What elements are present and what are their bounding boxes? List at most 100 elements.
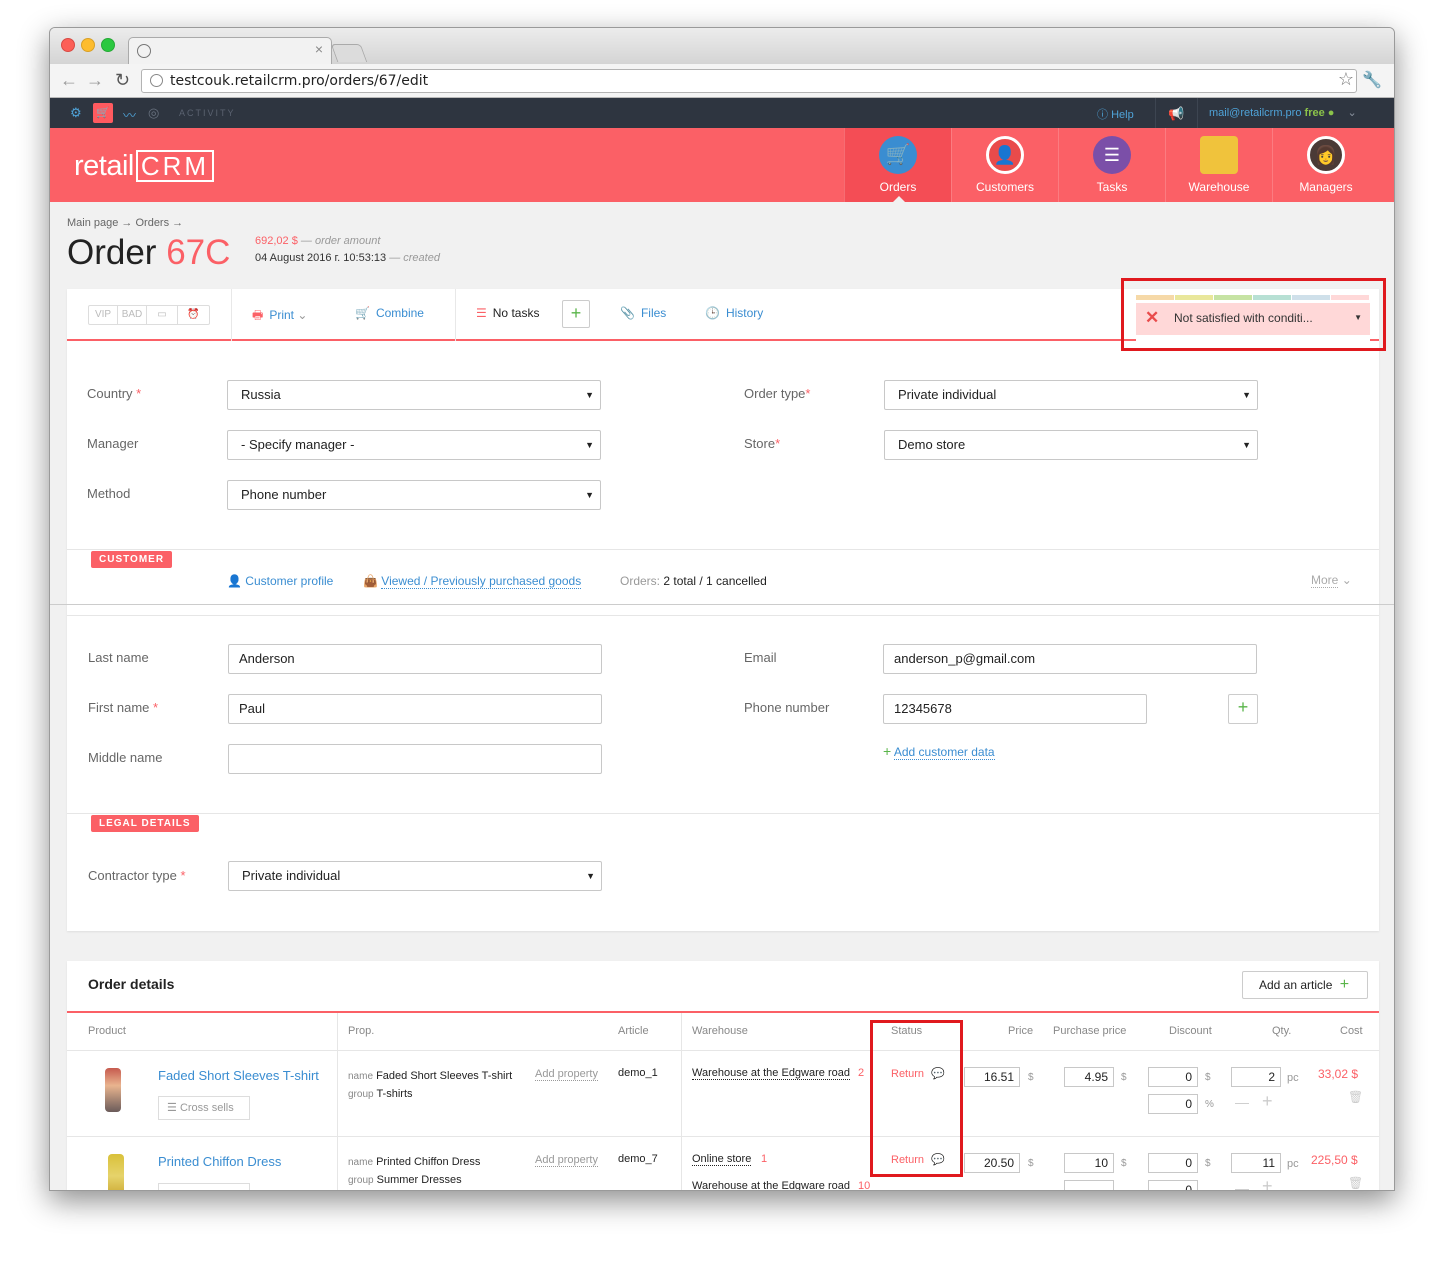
- divider: [67, 1050, 1379, 1051]
- viewed-goods-link[interactable]: 👜 Viewed / Previously purchased goods: [363, 574, 582, 589]
- phone-input[interactable]: 12345678: [883, 694, 1147, 724]
- contractor-type-select[interactable]: Private individual ▼: [228, 861, 602, 891]
- calendar-tag-icon[interactable]: ▭: [146, 305, 178, 325]
- email-input[interactable]: anderson_p@gmail.com: [883, 644, 1257, 674]
- col-article[interactable]: Article: [618, 1025, 649, 1037]
- add-customer-data-link[interactable]: + Add customer data: [883, 743, 995, 760]
- purchase-price-extra-input[interactable]: [1064, 1180, 1114, 1190]
- retailcrm-logo[interactable]: retail CRM: [74, 150, 215, 183]
- add-property-link[interactable]: Add property: [535, 1068, 598, 1081]
- add-phone-button[interactable]: +: [1228, 694, 1258, 724]
- orders-cart-icon[interactable]: 🛒: [93, 103, 113, 123]
- divider: [67, 615, 1379, 616]
- col-discount[interactable]: Discount: [1169, 1025, 1212, 1037]
- product-thumbnail[interactable]: [108, 1154, 124, 1190]
- analytics-icon[interactable]: 〰: [123, 105, 136, 124]
- col-qty[interactable]: Qty.: [1272, 1025, 1291, 1037]
- discount-input[interactable]: 0: [1148, 1067, 1198, 1087]
- purchase-price-input[interactable]: 10: [1064, 1153, 1114, 1173]
- col-warehouse[interactable]: Warehouse: [692, 1025, 748, 1037]
- combine-button[interactable]: 🛒 Combine: [355, 306, 424, 320]
- wrench-icon[interactable]: 🔧: [1362, 70, 1382, 90]
- bookmark-star-icon[interactable]: ☆: [1338, 69, 1354, 90]
- help-link[interactable]: ⓘ Help: [1097, 106, 1134, 122]
- col-cost[interactable]: Cost: [1340, 1025, 1363, 1037]
- nav-orders[interactable]: 🛒 Orders: [844, 128, 951, 202]
- first-name-input[interactable]: Paul: [228, 694, 602, 724]
- nav-customers[interactable]: 👤 Customers: [951, 128, 1058, 202]
- tasks-indicator[interactable]: ☰ No tasks: [476, 306, 539, 320]
- user-menu[interactable]: mail@retailcrm.pro free ● ⌄: [1209, 106, 1357, 119]
- trash-icon[interactable]: 🗑: [1348, 1176, 1363, 1190]
- last-name-input[interactable]: Anderson: [228, 644, 602, 674]
- qty-plus-icon[interactable]: +: [1262, 1091, 1273, 1112]
- user-icon: 👤: [227, 574, 242, 588]
- warehouse-link[interactable]: Warehouse at the Edgware road: [692, 1067, 850, 1080]
- more-toggle[interactable]: More ⌄: [1311, 573, 1352, 588]
- maximize-window-button[interactable]: [101, 38, 115, 52]
- qty-minus-icon[interactable]: —: [1235, 1094, 1249, 1110]
- method-select[interactable]: Phone number ▼: [227, 480, 601, 510]
- tab-close-icon[interactable]: ×: [315, 41, 323, 57]
- product-thumbnail[interactable]: [105, 1068, 121, 1112]
- files-button[interactable]: 📎 Files: [620, 306, 666, 320]
- product-link[interactable]: Faded Short Sleeves T-shirt: [158, 1068, 319, 1083]
- reload-icon[interactable]: ↻: [115, 70, 130, 91]
- qty-minus-icon[interactable]: —: [1235, 1180, 1249, 1190]
- alarm-tag-icon[interactable]: ⏰: [177, 305, 210, 325]
- new-tab-button[interactable]: [330, 44, 368, 62]
- customer-profile-link[interactable]: 👤 Customer profile: [227, 574, 333, 588]
- nav-tasks[interactable]: ☰ Tasks: [1058, 128, 1165, 202]
- back-arrow-icon[interactable]: ←: [60, 70, 78, 91]
- trash-icon[interactable]: 🗑: [1348, 1090, 1363, 1104]
- qty-plus-icon[interactable]: +: [1262, 1176, 1273, 1190]
- store-select[interactable]: Demo store ▼: [884, 430, 1258, 460]
- price-input[interactable]: 20.50: [964, 1153, 1020, 1173]
- orders-summary-value: 2 total / 1 cancelled: [663, 574, 767, 588]
- price-input[interactable]: 16.51: [964, 1067, 1020, 1087]
- close-window-button[interactable]: [61, 38, 75, 52]
- col-product[interactable]: Product: [88, 1025, 126, 1037]
- col-purchase-price[interactable]: Purchase price: [1053, 1025, 1126, 1037]
- add-task-button[interactable]: +: [562, 300, 590, 328]
- cross-sells-button[interactable]: ☰ Cross sells: [158, 1096, 250, 1120]
- forward-arrow-icon[interactable]: →: [86, 70, 104, 91]
- add-property-link[interactable]: Add property: [535, 1154, 598, 1167]
- settings-gear-icon[interactable]: ⚙: [70, 105, 82, 121]
- discount-input[interactable]: 0: [1148, 1153, 1198, 1173]
- warehouse-link[interactable]: Warehouse at the Edgware road: [692, 1180, 850, 1190]
- col-price[interactable]: Price: [1008, 1025, 1033, 1037]
- purchase-price-input[interactable]: 4.95: [1064, 1067, 1114, 1087]
- bad-tag[interactable]: BAD: [117, 305, 147, 325]
- warehouse-link[interactable]: Online store: [692, 1153, 752, 1166]
- order-type-select[interactable]: Private individual ▼: [884, 380, 1258, 410]
- product-link[interactable]: Printed Chiffon Dress: [158, 1154, 281, 1169]
- browser-tab[interactable]: ×: [128, 37, 332, 64]
- country-select[interactable]: Russia ▼: [227, 380, 601, 410]
- address-bar[interactable]: testcouk.retailcrm.pro/orders/67/edit: [141, 69, 1357, 93]
- phone-label: Phone number: [744, 700, 830, 715]
- print-button[interactable]: 🖶 Print ⌄: [252, 306, 307, 327]
- minimize-window-button[interactable]: [81, 38, 95, 52]
- nav-managers[interactable]: 👩 Managers: [1272, 128, 1379, 202]
- vip-tag[interactable]: VIP: [88, 305, 118, 325]
- discount-percent-input[interactable]: 0: [1148, 1180, 1198, 1190]
- nav-warehouse[interactable]: Warehouse: [1165, 128, 1272, 202]
- history-button[interactable]: 🕒 History: [705, 306, 763, 320]
- target-icon[interactable]: ◎: [148, 105, 159, 121]
- qty-input[interactable]: 11: [1231, 1153, 1281, 1173]
- cross-sells-button[interactable]: [158, 1183, 250, 1190]
- prop-group-label: group: [348, 1089, 374, 1100]
- order-amount: 692,02 $ — order amount: [255, 235, 380, 247]
- breadcrumb[interactable]: Main page → Orders →: [67, 217, 183, 229]
- article-value: demo_7: [618, 1153, 658, 1165]
- discount-percent-input[interactable]: 0: [1148, 1094, 1198, 1114]
- customer-profile-label: Customer profile: [245, 574, 334, 588]
- add-article-button[interactable]: Add an article +: [1242, 971, 1368, 999]
- megaphone-icon[interactable]: 📢: [1168, 106, 1184, 122]
- activity-label[interactable]: ACTIVITY: [179, 108, 236, 118]
- col-prop[interactable]: Prop.: [348, 1025, 374, 1037]
- qty-input[interactable]: 2: [1231, 1067, 1281, 1087]
- middle-name-input[interactable]: [228, 744, 602, 774]
- manager-select[interactable]: - Specify manager - ▼: [227, 430, 601, 460]
